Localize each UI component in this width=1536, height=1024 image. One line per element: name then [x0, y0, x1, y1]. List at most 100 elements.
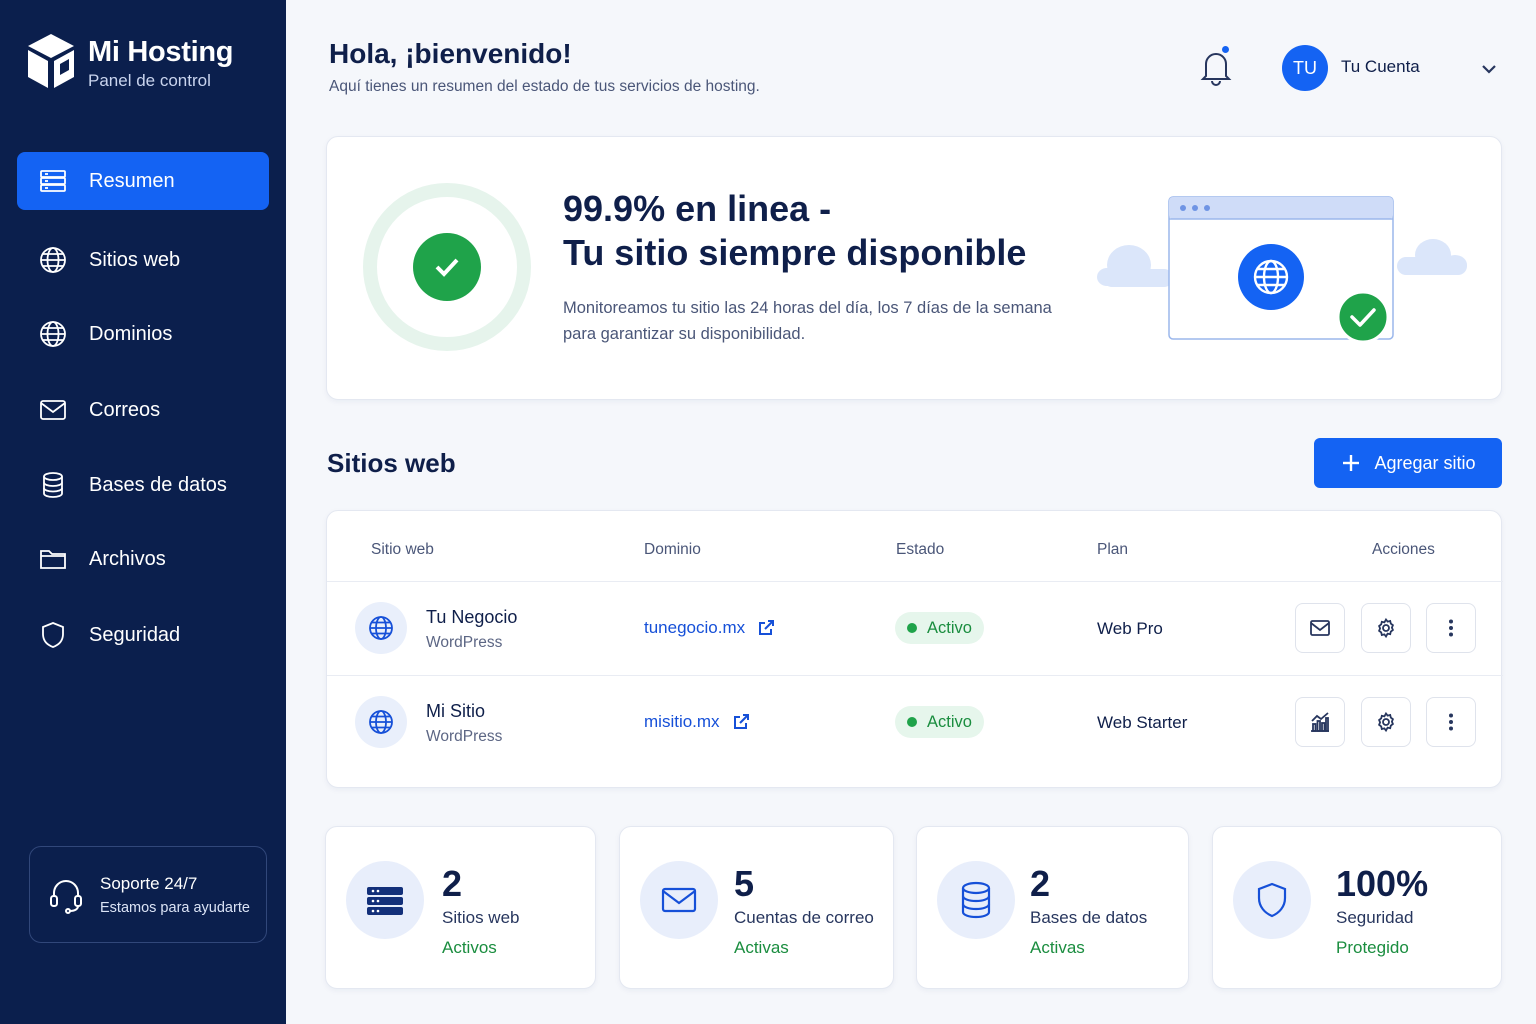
- stat-label: Cuentas de correo: [734, 908, 874, 927]
- stat-card-seguridad[interactable]: 100% Seguridad Protegido: [1212, 826, 1502, 989]
- stat-state: Protegido: [1336, 938, 1409, 957]
- stat-card-sitios[interactable]: 2 Sitios web Activos: [325, 826, 596, 989]
- status-dot: [907, 717, 917, 727]
- headset-icon: [50, 879, 82, 914]
- shield-icon: [1233, 861, 1311, 939]
- uptime-status-ring: [363, 183, 531, 351]
- globe-icon: [37, 318, 69, 350]
- domain-text: misitio.mx: [644, 712, 720, 731]
- uptime-description: Monitoreamos tu sitio las 24 horas del d…: [563, 295, 1083, 347]
- support-title: Soporte 24/7: [100, 873, 198, 893]
- support-subtitle: Estamos para ayudarte: [100, 899, 250, 916]
- mail-icon: [37, 394, 69, 426]
- avatar[interactable]: TU: [1282, 45, 1328, 91]
- uptime-title-line1: 99.9% en linea -: [563, 188, 832, 229]
- domain-text: tunegocio.mx: [644, 618, 746, 637]
- site-name[interactable]: Tu Negocio: [426, 607, 517, 628]
- analytics-button[interactable]: [1295, 697, 1345, 747]
- external-link-icon: [733, 714, 749, 729]
- site-name[interactable]: Mi Sitio: [426, 701, 485, 722]
- stat-value: 5: [734, 863, 755, 904]
- account-menu-label[interactable]: Tu Cuenta: [1341, 57, 1420, 77]
- sidebar-item-correos[interactable]: Correos: [17, 381, 269, 439]
- support-card[interactable]: Soporte 24/7 Estamos para ayudarte: [29, 846, 267, 943]
- sidebar-item-label: Seguridad: [89, 623, 181, 646]
- external-link-icon: [759, 620, 775, 635]
- column-header-acciones: Acciones: [1372, 541, 1435, 558]
- folder-icon: [37, 543, 69, 575]
- sites-section-title: Sitios web: [327, 448, 456, 478]
- stat-state: Activos: [442, 938, 497, 957]
- stat-value: 2: [1030, 863, 1051, 904]
- server-icon: [37, 165, 69, 197]
- status-text: Activo: [927, 618, 972, 637]
- header-divider: [327, 581, 1503, 582]
- add-site-button[interactable]: Agregar sitio: [1314, 438, 1502, 488]
- brand[interactable]: Mi Hosting Panel de control: [26, 32, 234, 94]
- row-divider: [327, 675, 1503, 676]
- cube-logo-icon: [28, 34, 74, 88]
- shield-icon: [37, 619, 69, 651]
- sidebar-item-label: Archivos: [89, 547, 166, 570]
- stat-value: 2: [442, 863, 463, 904]
- brand-title: Mi Hosting: [88, 36, 234, 68]
- uptime-title: 99.9% en linea - Tu sitio siempre dispon…: [563, 187, 1026, 275]
- gear-icon: [1378, 617, 1394, 639]
- domain-link[interactable]: tunegocio.mx: [644, 618, 775, 638]
- settings-button[interactable]: [1361, 697, 1411, 747]
- gear-icon: [1378, 711, 1394, 733]
- stat-state: Activas: [734, 938, 789, 957]
- database-icon: [937, 861, 1015, 939]
- server-icon: [346, 861, 424, 939]
- stat-label: Seguridad: [1336, 908, 1414, 927]
- stat-card-correos[interactable]: 5 Cuentas de correo Activas: [619, 826, 894, 989]
- account-dropdown-button[interactable]: [1478, 58, 1500, 80]
- plan-name: Web Starter: [1097, 713, 1188, 732]
- more-vertical-icon: [1449, 713, 1453, 731]
- add-site-label: Agregar sitio: [1374, 452, 1476, 473]
- sidebar-item-label: Dominios: [89, 322, 173, 345]
- sidebar-item-seguridad[interactable]: Seguridad: [17, 606, 269, 664]
- column-header-plan[interactable]: Plan: [1097, 541, 1128, 559]
- brand-subtitle: Panel de control: [88, 71, 211, 90]
- notifications-button[interactable]: [1198, 44, 1236, 88]
- sidebar-item-label: Resumen: [89, 169, 175, 192]
- sidebar: Mi Hosting Panel de control Resumen Siti…: [0, 0, 286, 1024]
- mail-icon: [640, 861, 718, 939]
- plan-name: Web Pro: [1097, 619, 1163, 638]
- domain-link[interactable]: misitio.mx: [644, 712, 750, 732]
- uptime-description-line2: para garantizar su disponibilidad.: [563, 325, 806, 343]
- stat-card-bases-de-datos[interactable]: 2 Bases de datos Activas: [916, 826, 1189, 989]
- email-action-button[interactable]: [1295, 603, 1345, 653]
- notification-dot: [1220, 44, 1231, 55]
- more-options-button[interactable]: [1426, 603, 1476, 653]
- chevron-down-icon: [1482, 65, 1496, 74]
- status-badge: Activo: [895, 612, 984, 644]
- sidebar-item-archivos[interactable]: Archivos: [17, 530, 269, 588]
- database-icon: [37, 469, 69, 501]
- sidebar-item-resumen[interactable]: Resumen: [17, 152, 269, 210]
- status-dot: [907, 623, 917, 633]
- more-options-button[interactable]: [1426, 697, 1476, 747]
- settings-button[interactable]: [1361, 603, 1411, 653]
- plus-icon: [1343, 455, 1360, 471]
- sidebar-item-bases-de-datos[interactable]: Bases de datos: [17, 456, 269, 514]
- sidebar-item-label: Bases de datos: [89, 473, 227, 496]
- mail-icon: [1310, 620, 1330, 636]
- check-icon: [435, 258, 459, 277]
- more-vertical-icon: [1449, 619, 1453, 637]
- sidebar-item-label: Sitios web: [89, 248, 181, 271]
- sidebar-item-sitios-web[interactable]: Sitios web: [17, 231, 269, 289]
- status-badge: Activo: [895, 706, 984, 738]
- stat-label: Sitios web: [442, 908, 520, 927]
- sidebar-item-dominios[interactable]: Dominios: [17, 305, 269, 363]
- analytics-icon: [1311, 712, 1329, 732]
- sites-table: Sitio web Dominio Estado Plan Acciones T…: [326, 510, 1503, 788]
- page-subtitle: Aquí tienes un resumen del estado de tus…: [329, 78, 760, 95]
- column-header-dominio[interactable]: Dominio: [644, 541, 701, 559]
- uptime-card: 99.9% en linea - Tu sitio siempre dispon…: [326, 136, 1502, 400]
- check-badge: [413, 233, 481, 301]
- column-header-sitio-web[interactable]: Sitio web: [371, 541, 434, 559]
- page-title: Hola, ¡bienvenido!: [329, 38, 572, 69]
- column-header-estado[interactable]: Estado: [896, 541, 944, 559]
